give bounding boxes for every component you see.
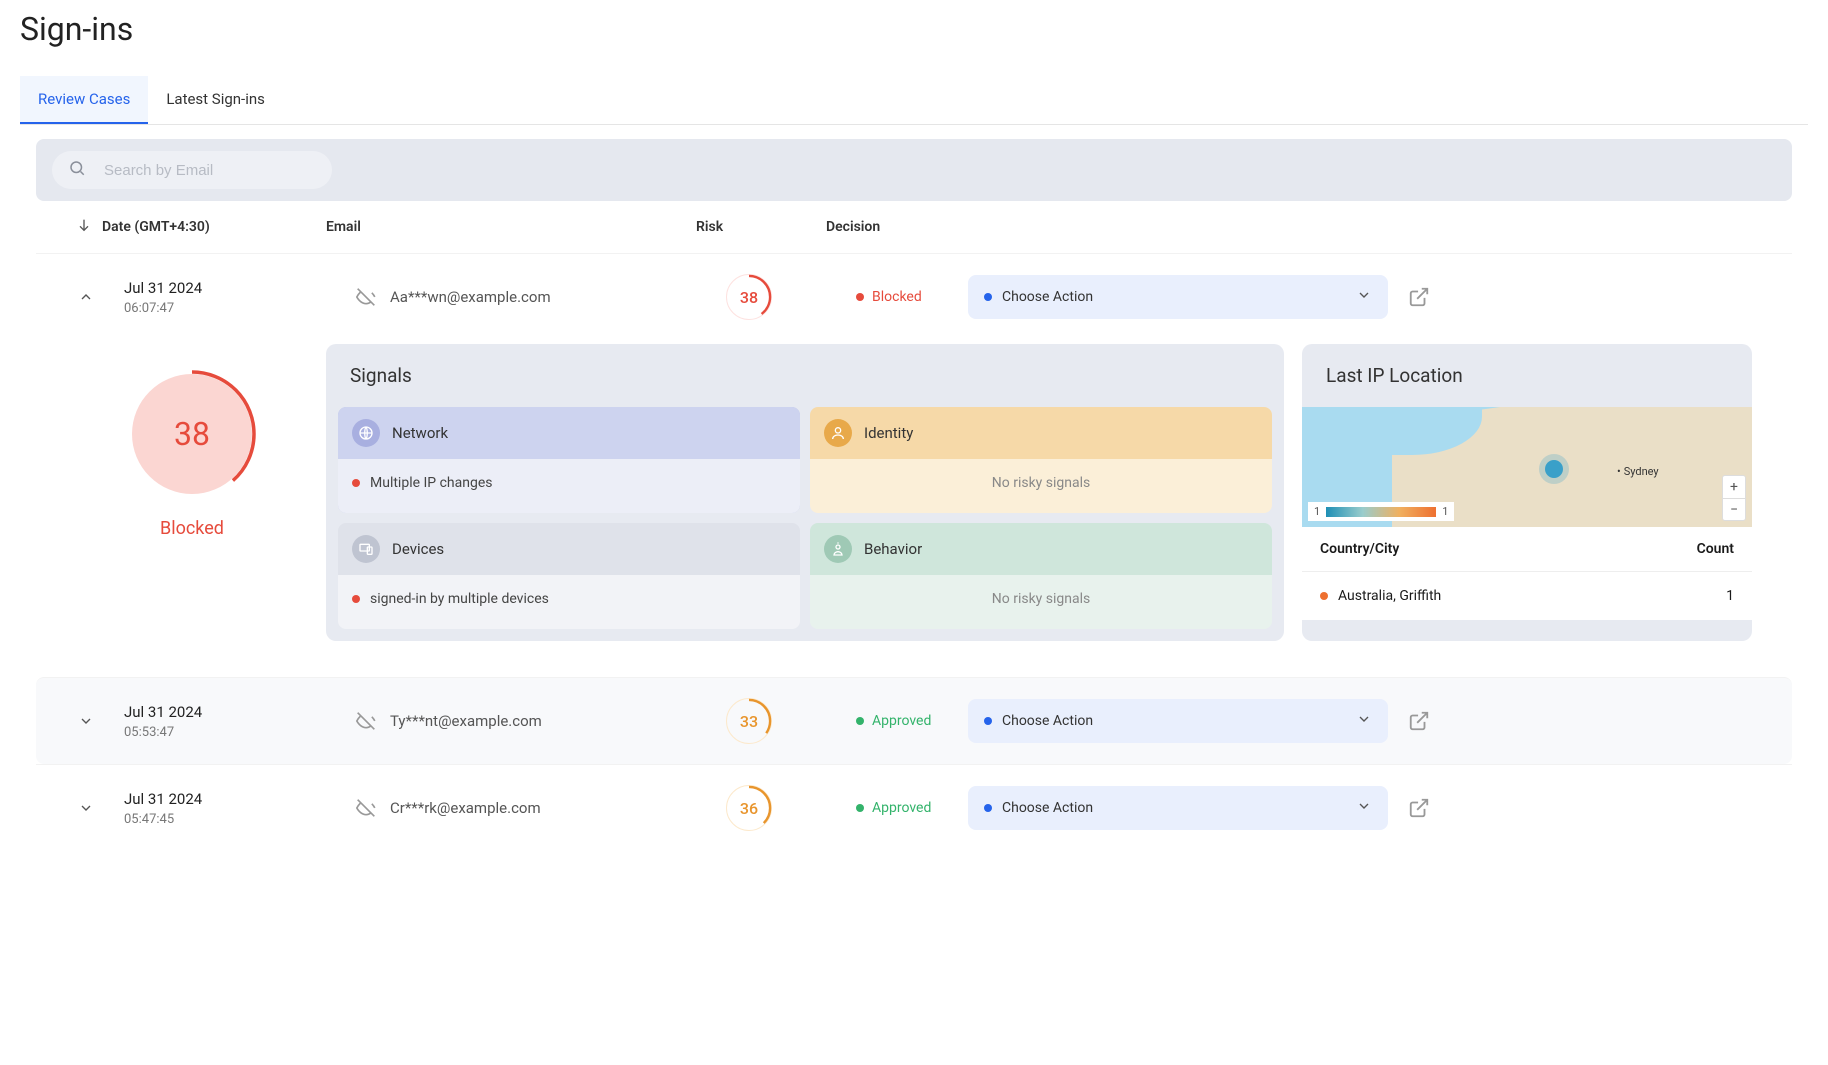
devices-icon [352,535,380,563]
signal-behavior: Behavior No risky signals [810,523,1272,629]
ip-col-count: Count [1697,541,1734,557]
table-row: Jul 31 2024 06:07:47 Aa***wn@example.com… [36,253,1792,669]
col-risk-label: Risk [696,219,826,235]
risk-badge: 33 [726,698,772,744]
open-external-icon[interactable] [1408,710,1430,732]
status-dot [856,293,864,301]
signal-identity: Identity No risky signals [810,407,1272,513]
ip-row-count: 1 [1726,588,1734,604]
signal-devices-title: Devices [392,540,444,558]
signal-network: Network Multiple IP changes [338,407,800,513]
signal-identity-title: Identity [864,424,913,442]
identity-icon [824,419,852,447]
row-time: 05:47:45 [124,812,356,827]
network-icon [352,419,380,447]
signals-title: Signals [326,344,1284,407]
status-dot [856,804,864,812]
table-header: Date (GMT+4:30) Email Risk Decision [36,201,1792,253]
signal-behavior-title: Behavior [864,540,922,558]
row-date: Jul 31 2024 [124,790,356,808]
row-email: Cr***rk@example.com [390,799,541,817]
big-decision-label: Blocked [160,518,224,539]
expand-button[interactable] [76,711,96,731]
chevron-down-icon [1356,711,1372,731]
open-external-icon[interactable] [1408,286,1430,308]
row-time: 05:53:47 [124,725,356,740]
col-decision-label: Decision [826,219,938,235]
ip-row-country: Australia, Griffith [1338,588,1441,604]
signals-card: Signals Network Multiple IP changes Iden… [326,344,1284,641]
choose-action-select[interactable]: Choose Action [968,275,1388,319]
signal-devices-item: signed-in by multiple devices [370,591,549,607]
reveal-email-icon[interactable] [356,798,376,818]
map-marker [1545,460,1563,478]
map-city-label: Sydney [1617,465,1659,478]
reveal-email-icon[interactable] [356,287,376,307]
ip-location-card: Last IP Location Sydney 1 1 + − [1302,344,1752,641]
table-row: Jul 31 2024 05:47:45 Cr***rk@example.com… [36,764,1792,851]
status-dot [856,717,864,725]
decision-label: Blocked [872,289,922,305]
search-bar [36,139,1792,201]
ip-map[interactable]: Sydney 1 1 + − [1302,407,1752,527]
signal-devices: Devices signed-in by multiple devices [338,523,800,629]
sort-desc-icon[interactable] [76,217,92,237]
table-row: Jul 31 2024 05:53:47 Ty***nt@example.com… [36,677,1792,764]
tab-review-cases[interactable]: Review Cases [20,76,148,124]
search-input[interactable] [104,162,304,179]
decision-label: Approved [872,800,931,816]
ip-title: Last IP Location [1302,344,1752,407]
behavior-icon [824,535,852,563]
signal-network-title: Network [392,424,448,442]
row-date: Jul 31 2024 [124,703,356,721]
row-email: Aa***wn@example.com [390,288,551,306]
expand-button[interactable] [76,798,96,818]
tabs: Review Cases Latest Sign-ins [20,76,1808,125]
page-title: Sign-ins [20,10,1808,48]
map-zoom: + − [1722,475,1746,521]
chevron-down-icon [1356,287,1372,307]
reveal-email-icon[interactable] [356,711,376,731]
signal-network-item: Multiple IP changes [370,475,493,491]
choose-action-select[interactable]: Choose Action [968,699,1388,743]
map-zoom-in[interactable]: + [1723,476,1745,498]
big-risk-score: 38 [132,374,252,494]
map-zoom-out[interactable]: − [1723,498,1745,520]
chevron-down-icon [1356,798,1372,818]
collapse-button[interactable] [76,287,96,307]
row-date: Jul 31 2024 [124,279,356,297]
map-legend: 1 1 [1308,502,1454,521]
col-date-label: Date (GMT+4:30) [102,219,210,235]
risk-badge: 38 [726,274,772,320]
tab-latest-signins[interactable]: Latest Sign-ins [148,76,283,124]
ip-table-row: Australia, Griffith 1 [1302,572,1752,620]
ip-col-country: Country/City [1320,541,1399,557]
row-email: Ty***nt@example.com [390,712,542,730]
action-label: Choose Action [1002,800,1093,816]
signal-identity-msg: No risky signals [992,475,1090,491]
choose-action-select[interactable]: Choose Action [968,786,1388,830]
action-label: Choose Action [1002,713,1093,729]
row-detail: 38 Blocked Signals Network Multiple IP c… [36,340,1792,669]
open-external-icon[interactable] [1408,797,1430,819]
signal-behavior-msg: No risky signals [992,591,1090,607]
action-label: Choose Action [1002,289,1093,305]
decision-label: Approved [872,713,931,729]
risk-badge: 36 [726,785,772,831]
row-time: 06:07:47 [124,301,356,316]
search-icon [68,159,104,181]
col-email-label: Email [326,219,696,235]
